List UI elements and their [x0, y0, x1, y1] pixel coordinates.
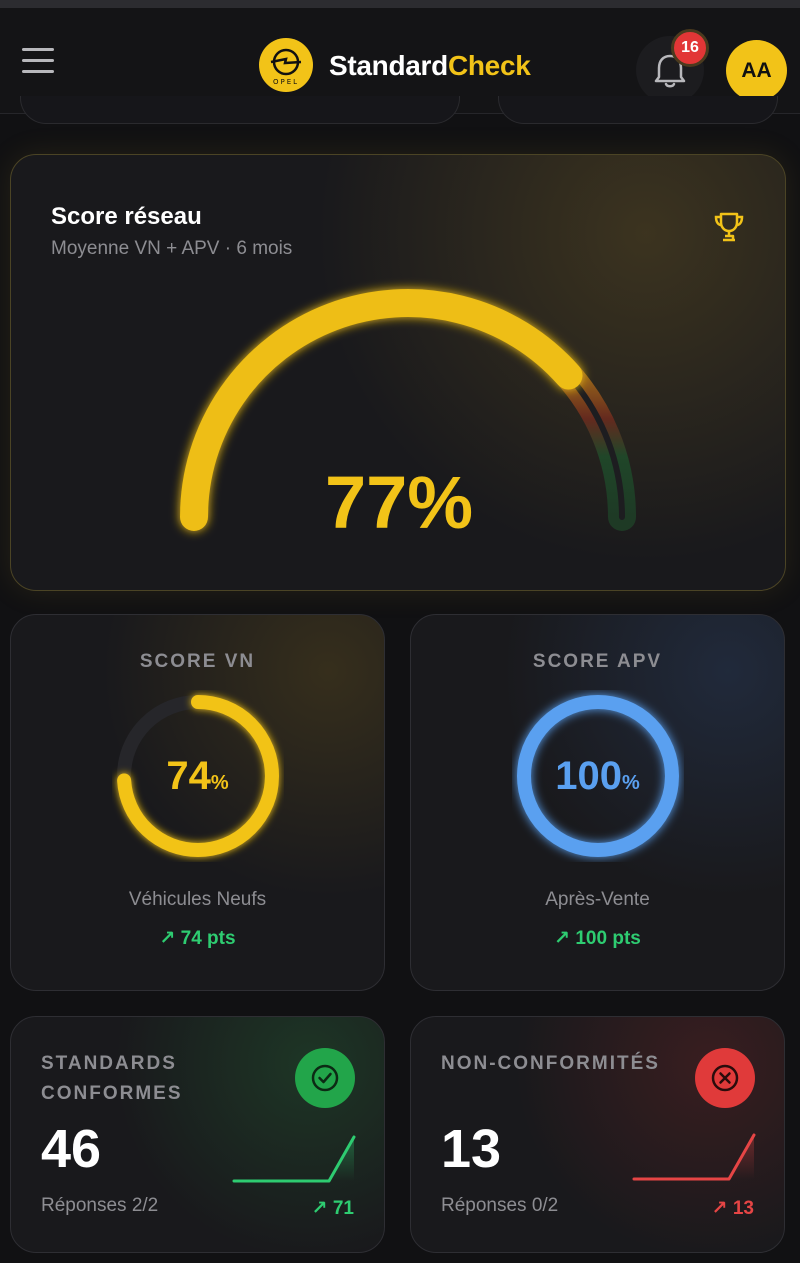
brand-part1: Standard	[329, 50, 448, 81]
hamburger-menu-icon[interactable]	[22, 48, 54, 76]
score-apv-trend-value: 100 pts	[575, 928, 641, 949]
non-conformites-responses: Réponses 0/2	[441, 1195, 559, 1216]
network-score-value: 77%	[324, 461, 474, 544]
score-apv-card[interactable]: SCORE APV 100% Après-Vente ↗ 100 pts	[410, 614, 785, 991]
score-vn-label: SCORE VN	[139, 651, 256, 672]
score-apv-trend: ↗ 100 pts	[411, 927, 784, 950]
score-apv-number: 100	[555, 754, 622, 798]
standards-label: STANDARDS CONFORMES	[41, 1053, 183, 1104]
score-vn-trend-value: 74 pts	[180, 928, 236, 949]
standards-responses: Réponses 2/2	[41, 1195, 159, 1216]
app-title: StandardCheck	[329, 50, 531, 82]
previous-card-edge	[20, 96, 460, 124]
score-apv-value: 100%	[411, 754, 784, 799]
score-vn-value: 74%	[11, 754, 384, 799]
non-conformites-sparkline	[632, 1133, 756, 1181]
standards-conformes-card[interactable]: STANDARDS CONFORMES 46 Réponses 2/2 ↗ 71	[10, 1016, 385, 1253]
check-circle-icon	[295, 1048, 355, 1108]
score-vn-unit: %	[210, 772, 229, 794]
standards-count: 46	[41, 1119, 102, 1179]
standards-trend: ↗ 71	[312, 1197, 354, 1220]
brand-part2: Check	[447, 50, 531, 81]
trend-up-icon: ↗	[554, 928, 571, 949]
non-conformites-trend-value: 13	[732, 1198, 754, 1219]
non-conformites-count: 13	[441, 1119, 502, 1179]
notification-badge: 16	[671, 29, 709, 67]
avatar[interactable]: AA	[726, 40, 787, 101]
non-conformites-card[interactable]: NON-CONFORMITÉS 13 Réponses 0/2 ↗ 13	[410, 1016, 785, 1253]
score-vn-card[interactable]: SCORE VN 74% Véhicules Neufs ↗ 74 pts	[10, 614, 385, 991]
svg-text:OPEL: OPEL	[273, 78, 299, 86]
score-vn-trend: ↗ 74 pts	[11, 927, 384, 950]
score-vn-number: 74	[166, 754, 211, 798]
x-circle-icon	[695, 1048, 755, 1108]
trend-up-icon: ↗	[711, 1198, 728, 1219]
standards-sparkline	[232, 1135, 356, 1183]
network-score-card: Score réseau Moyenne VN + APV · 6 mois 7…	[10, 154, 786, 591]
score-apv-description: Après-Vente	[545, 889, 650, 910]
score-apv-unit: %	[621, 772, 640, 794]
trend-up-icon: ↗	[159, 928, 176, 949]
score-apv-label: SCORE APV	[532, 651, 663, 672]
standards-trend-value: 71	[332, 1198, 354, 1219]
non-conformites-trend: ↗ 13	[712, 1197, 754, 1220]
previous-card-edge-right	[498, 96, 778, 124]
score-vn-description: Véhicules Neufs	[128, 889, 267, 910]
non-conformites-label: NON-CONFORMITÉS	[441, 1053, 660, 1074]
opel-logo-icon: OPEL	[259, 38, 313, 92]
trend-up-icon: ↗	[311, 1198, 328, 1219]
